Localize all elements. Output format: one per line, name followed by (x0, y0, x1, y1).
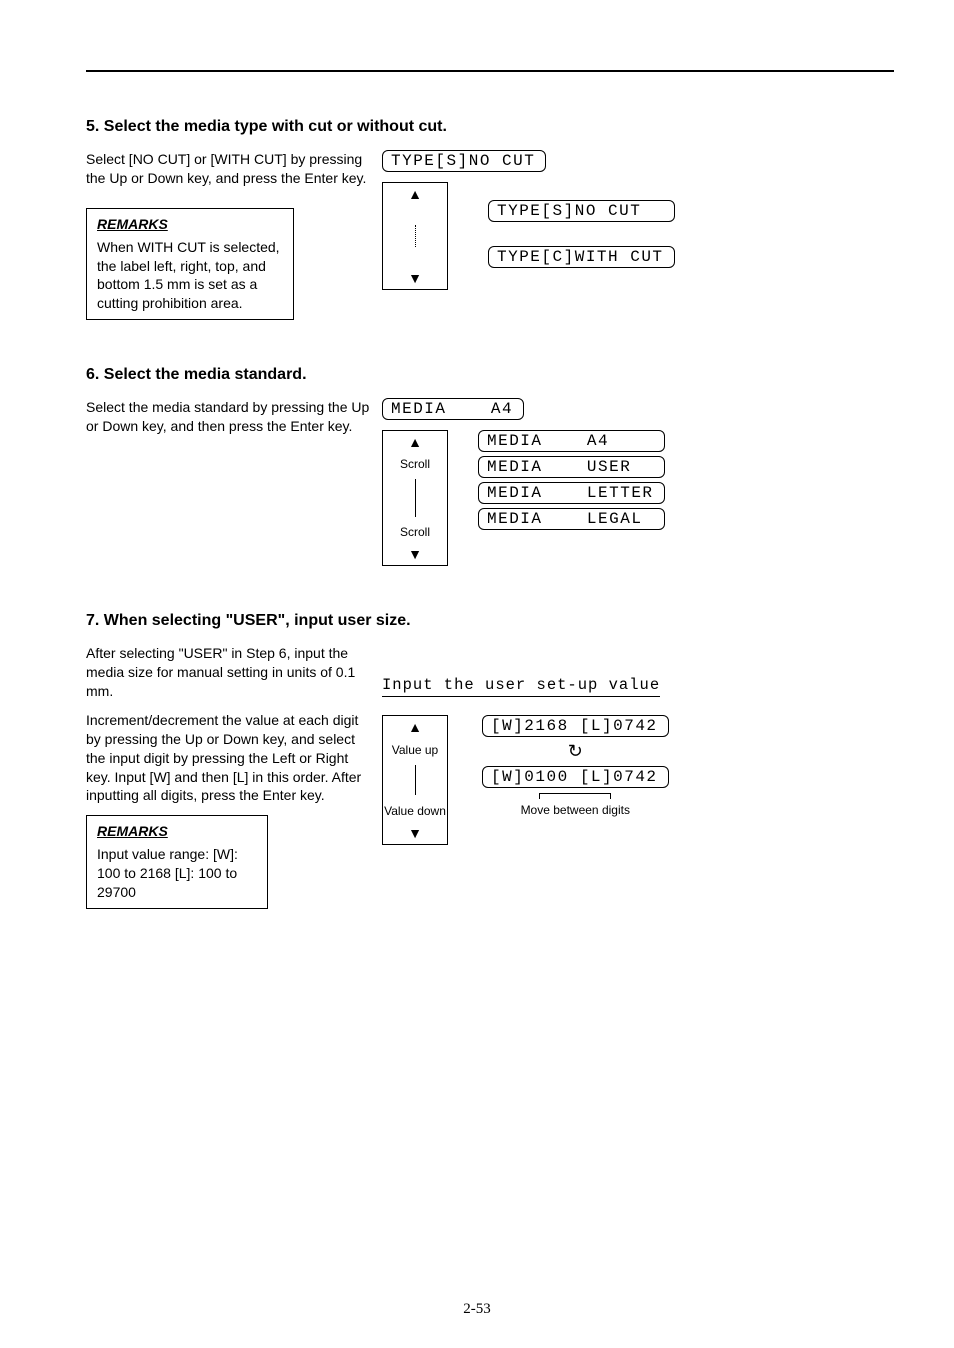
divider (415, 225, 416, 247)
lcd-display: MEDIA A4 (382, 398, 524, 420)
lcd-display: [W]0100 [L]0742 (482, 766, 669, 788)
remarks-heading: REMARKS (97, 215, 283, 234)
arrow-up-icon: ▲ (408, 187, 422, 201)
lcd-option: MEDIA LEGAL (478, 508, 665, 530)
value-entry-title: Input the user set-up value (382, 676, 660, 697)
lcd-option: MEDIA A4 (478, 430, 665, 452)
scroll-box: ▲ ▼ (382, 182, 448, 290)
section-6-title: 6. Select the media standard. (86, 366, 894, 384)
lcd-display: [W]2168 [L]0742 (482, 715, 669, 737)
arrow-down-icon: ▼ (408, 271, 422, 285)
section-6-body: Select the media standard by pressing th… (86, 398, 376, 436)
scroll-label-top: Scroll (400, 458, 430, 470)
lcd-option: TYPE[C]WITH CUT (488, 246, 675, 268)
lcd-option: TYPE[S]NO CUT (488, 200, 675, 222)
arrow-down-icon: ▼ (408, 826, 422, 840)
digit-bracket (539, 793, 611, 799)
arrow-up-icon: ▲ (408, 720, 422, 734)
lcd-display: TYPE[S]NO CUT (382, 150, 546, 172)
divider (415, 479, 416, 517)
scroll-box: ▲ Scroll Scroll ▼ (382, 430, 448, 566)
digit-move-label: Move between digits (482, 803, 669, 817)
value-up-label: Value up (392, 744, 438, 756)
lcd-option: MEDIA USER (478, 456, 665, 478)
scroll-label-bottom: Scroll (400, 526, 430, 538)
divider (415, 765, 416, 795)
remarks-box: REMARKS When WITH CUT is selected, the l… (86, 208, 294, 320)
value-down-label: Value down (384, 805, 446, 817)
scroll-box: ▲ Value up Value down ▼ (382, 715, 448, 845)
remarks-box: REMARKS Input value range: [W]: 100 to 2… (86, 815, 268, 909)
remarks-text: When WITH CUT is selected, the label lef… (97, 238, 283, 314)
arrow-up-icon: ▲ (408, 435, 422, 449)
section-5-body: Select [NO CUT] or [WITH CUT] by pressin… (86, 150, 376, 188)
section-7-body2: Increment/decrement the value at each di… (86, 711, 376, 805)
section-5-title: 5. Select the media type with cut or wit… (86, 118, 894, 136)
section-7-title: 7. When selecting "USER", input user siz… (86, 612, 894, 630)
section-7-body1: After selecting "USER" in Step 6, input … (86, 644, 376, 701)
top-rule (86, 70, 894, 72)
page-number: 2-53 (0, 1301, 954, 1318)
remarks-text: Input value range: [W]: 100 to 2168 [L]:… (97, 845, 257, 902)
loop-arrow-icon: ↻ (568, 741, 583, 761)
lcd-option: MEDIA LETTER (478, 482, 665, 504)
arrow-down-icon: ▼ (408, 547, 422, 561)
remarks-heading: REMARKS (97, 822, 257, 841)
